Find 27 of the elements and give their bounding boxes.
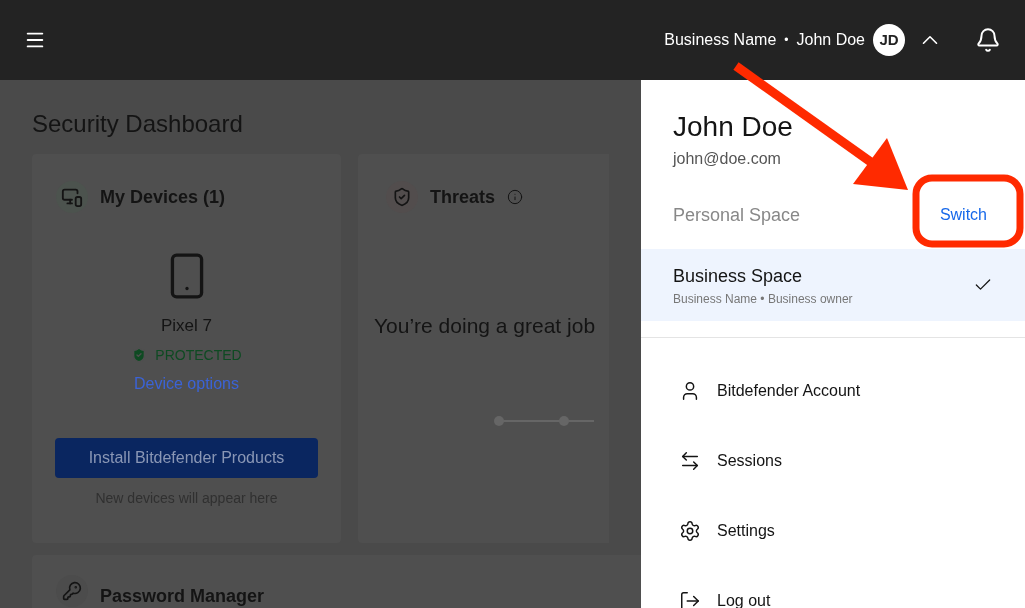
user-avatar[interactable]: JD [873, 24, 905, 56]
card-title: Password Manager [100, 585, 265, 608]
user-name: John Doe [796, 30, 865, 50]
business-name: Business Name [664, 30, 777, 50]
account-email: john@doe.com [673, 149, 782, 169]
device-name: Pixel 7 [161, 315, 212, 337]
threats-message: You’re doing a great job [374, 313, 597, 339]
install-button[interactable]: Install Bitdefender Products [55, 437, 318, 478]
arrows-icon [679, 450, 701, 472]
card-title: My Devices (1) [100, 185, 226, 209]
logout-icon [679, 590, 701, 608]
menu-item[interactable]: Settings [641, 496, 1025, 566]
separator: • [784, 32, 789, 49]
notifications-icon[interactable] [975, 27, 1001, 53]
menu-item[interactable]: Sessions [641, 426, 1025, 496]
account-name: John Doe [673, 113, 794, 141]
space-name: Personal Space [673, 203, 802, 227]
device-status: PROTECTED [155, 345, 242, 365]
space-subtitle: Business Name • Business owner [673, 290, 854, 308]
info-icon [507, 189, 524, 205]
gear-icon [679, 520, 701, 542]
switch-button[interactable]: Switch [931, 199, 995, 231]
card-title: Threats [430, 185, 496, 209]
space-item[interactable]: Business Space Business Name • Business owner [641, 249, 1025, 321]
space-name: Business Space [673, 264, 804, 288]
menu-item[interactable]: Bitdefender Account [641, 356, 1025, 426]
devices-icon [56, 181, 88, 213]
